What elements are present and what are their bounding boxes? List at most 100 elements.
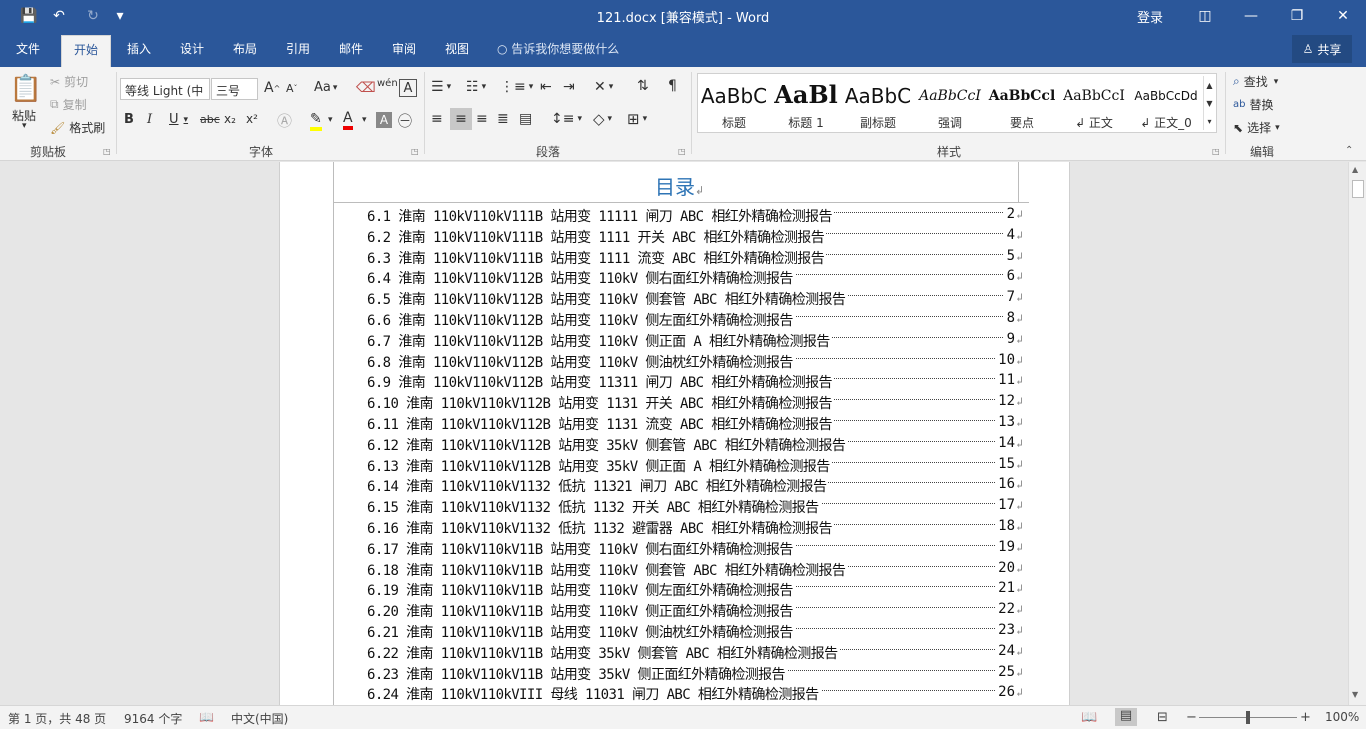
font-size-combo[interactable]: 三号 bbox=[211, 78, 258, 100]
tab-view[interactable]: 视图 bbox=[445, 40, 469, 57]
paragraph-launcher-icon[interactable]: ◳ bbox=[678, 147, 686, 156]
font-name-combo[interactable]: 等线 Light (中 bbox=[120, 78, 210, 100]
font-launcher-icon[interactable]: ◳ bbox=[411, 147, 419, 156]
language-indicator[interactable]: 中文(中国) bbox=[231, 710, 288, 727]
toc-entry[interactable]: 6.18 淮南 110kV110kV11B 站用变 110kV 侧套管 ABC … bbox=[367, 559, 1023, 580]
copy-button[interactable]: ⧉ 复制 bbox=[50, 96, 87, 113]
toc-entry[interactable]: 6.19 淮南 110kV110kV11B 站用变 110kV 侧左面红外精确检… bbox=[367, 580, 1023, 601]
toc-entry[interactable]: 6.9 淮南 110kV110kV112B 站用变 11311 闸刀 ABC 相… bbox=[367, 372, 1023, 393]
align-right-icon[interactable]: ≡ bbox=[476, 111, 488, 127]
style-normal-0[interactable]: AaBbCcDd ↲ 正文_0 bbox=[1130, 74, 1202, 132]
toc-entry[interactable]: 6.7 淮南 110kV110kV112B 站用变 110kV 侧正面 A 相红… bbox=[367, 330, 1023, 351]
replace-button[interactable]: ab 替换 bbox=[1233, 96, 1274, 113]
collapse-ribbon-icon[interactable]: ⌃ bbox=[1345, 145, 1353, 156]
tab-file[interactable]: 文件 bbox=[16, 40, 40, 57]
customize-quick-access-icon[interactable]: ▾ bbox=[112, 6, 128, 26]
line-spacing-icon[interactable]: ↕≡ ▾ bbox=[551, 111, 582, 127]
toc-entry[interactable]: 6.23 淮南 110kV110kV11B 站用变 35kV 侧正面红外精确检测… bbox=[367, 663, 1023, 684]
style-subtitle[interactable]: AaBbC 副标题 bbox=[842, 74, 914, 132]
cut-button[interactable]: ✂ 剪切 bbox=[50, 73, 88, 90]
italic-button[interactable]: I bbox=[147, 112, 152, 127]
zoom-in-icon[interactable]: + bbox=[1300, 710, 1311, 725]
style-normal[interactable]: AaBbCcI ↲ 正文 bbox=[1058, 74, 1130, 132]
minimize-icon[interactable]: — bbox=[1228, 0, 1274, 32]
phonetic-guide-icon[interactable]: wén bbox=[377, 78, 398, 89]
toc-heading[interactable]: 目录↲ bbox=[655, 171, 704, 200]
tell-me-box[interactable]: ○ 告诉我你想要做什么 bbox=[497, 40, 619, 57]
font-color-dropdown-icon[interactable]: ▾ bbox=[362, 115, 367, 125]
vertical-scrollbar[interactable]: ▲ ▼ bbox=[1348, 162, 1366, 705]
styles-scroll-up-icon[interactable]: ▲ bbox=[1203, 76, 1215, 94]
clear-format-icon[interactable]: ⌫ bbox=[356, 80, 376, 96]
toc-entry[interactable]: 6.3 淮南 110kV110kV111B 站用变 1111 流变 ABC 相红… bbox=[367, 247, 1023, 268]
toc-entry[interactable]: 6.11 淮南 110kV110kV112B 站用变 1131 流变 ABC 相… bbox=[367, 414, 1023, 434]
toc-entry[interactable]: 6.13 淮南 110kV110kV112B 站用变 35kV 侧正面 A 相红… bbox=[367, 455, 1023, 476]
font-color-icon[interactable]: A bbox=[343, 110, 353, 130]
select-button[interactable]: ⬉ 选择 ▾ bbox=[1233, 119, 1280, 136]
grow-font-button[interactable]: A ^ bbox=[264, 80, 280, 96]
proofing-icon[interactable]: 📖 bbox=[199, 710, 214, 724]
change-case-button[interactable]: Aa ▾ bbox=[314, 80, 337, 95]
toc-entry[interactable]: 6.16 淮南 110kV110kV1132 低抗 1132 避雷器 ABC 相… bbox=[367, 518, 1023, 538]
paste-icon[interactable]: 📋 bbox=[10, 73, 42, 105]
tab-references[interactable]: 引用 bbox=[286, 40, 310, 57]
align-center-icon[interactable]: ≡ bbox=[450, 108, 472, 130]
print-layout-icon[interactable]: ▤ bbox=[1115, 708, 1137, 726]
toc-entry[interactable]: 6.17 淮南 110kV110kV11B 站用变 110kV 侧右面红外精确检… bbox=[367, 538, 1023, 559]
toc-entry[interactable]: 6.10 淮南 110kV110kV112B 站用变 1131 开关 ABC 相… bbox=[367, 393, 1023, 414]
toc-entry[interactable]: 6.21 淮南 110kV110kV11B 站用变 110kV 侧油枕红外精确检… bbox=[367, 622, 1023, 642]
toc-entry[interactable]: 6.20 淮南 110kV110kV11B 站用变 110kV 侧正面红外精确检… bbox=[367, 601, 1023, 622]
char-shading-icon[interactable]: A bbox=[376, 112, 392, 128]
toc-entry[interactable]: 6.1 淮南 110kV110kV111B 站用变 11111 闸刀 ABC 相… bbox=[367, 206, 1023, 226]
save-icon[interactable]: 💾 bbox=[18, 6, 40, 26]
sort-icon[interactable]: ⇅ bbox=[637, 78, 649, 94]
numbering-icon[interactable]: ☷ ▾ bbox=[466, 79, 486, 95]
multilevel-list-icon[interactable]: ⋮≡ ▾ bbox=[500, 79, 533, 95]
scroll-down-icon[interactable]: ▼ bbox=[1352, 690, 1358, 699]
tab-home[interactable]: 开始 bbox=[61, 35, 112, 67]
word-count[interactable]: 9164 个字 bbox=[124, 710, 182, 727]
toc-entry[interactable]: 6.24 淮南 110kV110kVIII 母线 11031 闸刀 ABC 相红… bbox=[367, 684, 1023, 705]
toc-entry[interactable]: 6.22 淮南 110kV110kV11B 站用变 35kV 侧套管 ABC 相… bbox=[367, 642, 1023, 663]
styles-scroll-down-icon[interactable]: ▼ bbox=[1203, 94, 1215, 112]
distribute-icon[interactable]: ▤ bbox=[519, 111, 532, 127]
toc-entry[interactable]: 6.8 淮南 110kV110kV112B 站用变 110kV 侧油枕红外精确检… bbox=[367, 351, 1023, 372]
decrease-indent-icon[interactable]: ⇤ bbox=[540, 79, 552, 95]
align-left-icon[interactable]: ≡ bbox=[431, 111, 443, 127]
toc-entry[interactable]: 6.4 淮南 110kV110kV112B 站用变 110kV 侧右面红外精确检… bbox=[367, 268, 1023, 289]
tab-mailings[interactable]: 邮件 bbox=[339, 40, 363, 57]
redo-icon[interactable]: ↻ bbox=[83, 6, 103, 26]
shrink-font-button[interactable]: Aˇ bbox=[286, 82, 298, 95]
enclose-char-icon[interactable]: ㊀ bbox=[398, 111, 412, 131]
toc-entry[interactable]: 6.14 淮南 110kV110kV1132 低抗 11321 闸刀 ABC 相… bbox=[367, 476, 1023, 497]
clipboard-launcher-icon[interactable]: ◳ bbox=[103, 147, 111, 156]
underline-button[interactable]: U ▾ bbox=[169, 112, 188, 127]
shading-icon[interactable]: ◇ ▾ bbox=[593, 110, 612, 128]
toc-entry[interactable]: 6.15 淮南 110kV110kV1132 低抗 1132 开关 ABC 相红… bbox=[367, 497, 1023, 518]
increase-indent-icon[interactable]: ⇥ bbox=[563, 79, 575, 95]
web-layout-icon[interactable]: ⊟ bbox=[1157, 710, 1168, 725]
ribbon-display-options-icon[interactable]: ◫ bbox=[1182, 0, 1228, 32]
justify-icon[interactable]: ≣ bbox=[497, 111, 509, 127]
highlight-icon[interactable]: ✎ bbox=[310, 111, 322, 131]
borders-icon[interactable]: ⊞ ▾ bbox=[627, 110, 647, 128]
toc-entry[interactable]: 6.5 淮南 110kV110kV112B 站用变 110kV 侧套管 ABC … bbox=[367, 289, 1023, 310]
tab-design[interactable]: 设计 bbox=[180, 40, 204, 57]
format-painter-button[interactable]: 🖌 格式刷 bbox=[50, 119, 105, 136]
styles-more-icon[interactable]: ▾ bbox=[1203, 112, 1215, 130]
undo-icon[interactable]: ↶ bbox=[48, 6, 70, 26]
char-border-icon[interactable]: A bbox=[399, 79, 417, 97]
restore-icon[interactable]: ❐ bbox=[1274, 0, 1320, 32]
style-strong[interactable]: AaBbCcl 要点 bbox=[986, 74, 1058, 132]
style-emphasis[interactable]: AaBbCcI 强调 bbox=[914, 74, 986, 132]
toc-entry[interactable]: 6.12 淮南 110kV110kV112B 站用变 35kV 侧套管 ABC … bbox=[367, 434, 1023, 455]
zoom-level[interactable]: 100% bbox=[1325, 710, 1359, 724]
login-link[interactable]: 登录 bbox=[1137, 7, 1163, 26]
page-count[interactable]: 第 1 页，共 48 页 bbox=[8, 710, 106, 727]
close-icon[interactable]: ✕ bbox=[1320, 0, 1366, 32]
style-heading-1[interactable]: AaBl 标题 1 bbox=[770, 74, 842, 132]
subscript-button[interactable]: x₂ bbox=[224, 112, 236, 126]
tab-review[interactable]: 审阅 bbox=[392, 40, 416, 57]
style-title[interactable]: AaBbC 标题 bbox=[698, 74, 770, 132]
scroll-thumb[interactable] bbox=[1352, 180, 1364, 198]
